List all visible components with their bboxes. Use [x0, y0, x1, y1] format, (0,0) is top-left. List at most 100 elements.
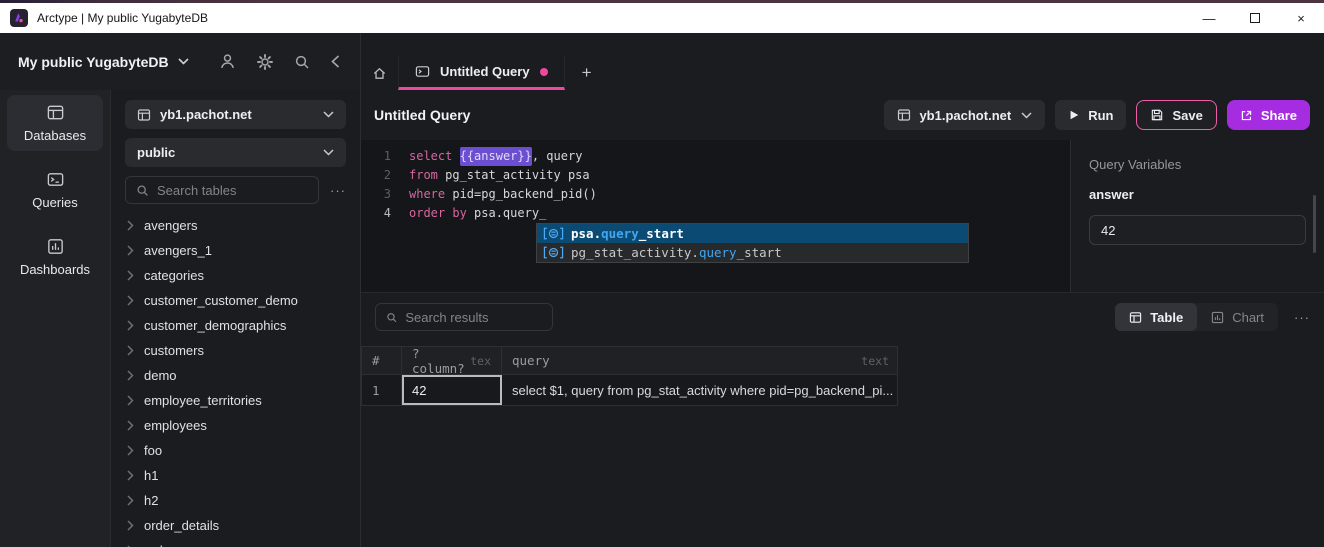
variable-value-field[interactable] — [1089, 215, 1306, 245]
table-item[interactable]: avengers_1 — [125, 238, 346, 263]
share-button[interactable]: Share — [1227, 100, 1310, 130]
chevron-right-icon — [127, 295, 134, 306]
tab-home[interactable] — [361, 56, 398, 90]
workspace-switcher[interactable]: My public YugabyteDB — [18, 54, 189, 70]
chevron-right-icon — [127, 270, 134, 281]
arctype-logo-icon — [10, 9, 28, 27]
table-item[interactable]: employees — [125, 413, 346, 438]
table-item[interactable]: avengers — [125, 213, 346, 238]
table-item[interactable]: employee_territories — [125, 388, 346, 413]
nav-item-queries[interactable]: Queries — [7, 162, 103, 218]
table-name: order_details — [144, 518, 219, 533]
workspace-header: My public YugabyteDB — [0, 33, 360, 90]
run-button[interactable]: Run — [1055, 100, 1126, 130]
field-icon — [543, 227, 564, 240]
editor-row: 1select {{answer}}, query2from pg_stat_a… — [361, 140, 1324, 292]
results-grid: # ?column? tex query text 1 42 — [361, 346, 898, 406]
table-item[interactable]: categories — [125, 263, 346, 288]
code-line[interactable]: 3where pid=pg_backend_pid() — [361, 185, 1070, 204]
code-lines: 1select {{answer}}, query2from pg_stat_a… — [361, 147, 1070, 223]
new-tab-button[interactable]: + — [565, 56, 609, 90]
view-chart-button[interactable]: Chart — [1197, 303, 1278, 331]
chevron-down-icon — [323, 149, 334, 156]
nav-item-databases[interactable]: Databases — [7, 95, 103, 151]
variable-value-input[interactable] — [1101, 223, 1294, 238]
main-region: Untitled Query + Untitled Query yb1.pach… — [360, 33, 1324, 547]
table-item[interactable]: order_details — [125, 513, 346, 538]
save-label: Save — [1172, 108, 1202, 123]
table-name: avengers_1 — [144, 243, 212, 258]
code-line[interactable]: 4order by psa.query_ — [361, 204, 1070, 223]
query-actions: yb1.pachot.net Run Save Share — [884, 100, 1310, 130]
table-item[interactable]: h2 — [125, 488, 346, 513]
tables-search-input[interactable] — [157, 183, 308, 198]
save-icon — [1150, 108, 1164, 122]
query-variables-panel: Query Variables answer — [1070, 140, 1324, 292]
table-list: avengers avengers_1 categories customer_cus… — [125, 213, 346, 547]
tables-search-row: ··· — [125, 176, 346, 204]
scrollbar-thumb[interactable] — [1313, 195, 1316, 253]
chevron-right-icon — [127, 220, 134, 231]
connection-select[interactable]: yb1.pachot.net — [125, 100, 346, 129]
query-connection-value: yb1.pachot.net — [919, 108, 1011, 123]
query-connection-select[interactable]: yb1.pachot.net — [884, 100, 1045, 130]
schema-select[interactable]: public — [125, 138, 346, 167]
code-token: order by — [409, 204, 467, 223]
code-token: pid=pg_backend_pid() — [445, 185, 597, 204]
workspace-name: My public YugabyteDB — [18, 54, 169, 70]
search-icon — [386, 311, 397, 324]
tables-more-button[interactable]: ··· — [330, 184, 346, 197]
field-icon — [543, 246, 564, 259]
table-item[interactable]: orders — [125, 538, 346, 547]
code-line[interactable]: 1select {{answer}}, query — [361, 147, 1070, 166]
search-button[interactable] — [294, 54, 310, 70]
connection-value: yb1.pachot.net — [160, 107, 252, 122]
tab-untitled-query[interactable]: Untitled Query — [398, 56, 565, 90]
window-controls: — × — [1186, 3, 1324, 33]
results-search[interactable] — [375, 303, 553, 331]
result-cell-query[interactable]: select $1, query from pg_stat_activity w… — [502, 375, 899, 405]
save-button[interactable]: Save — [1136, 100, 1216, 130]
view-table-button[interactable]: Table — [1115, 303, 1197, 331]
database-icon — [897, 108, 911, 122]
autocomplete-item[interactable]: psa.query_start — [537, 224, 968, 243]
sql-editor[interactable]: 1select {{answer}}, query2from pg_stat_a… — [361, 140, 1070, 292]
results-toolbar: Table Chart ··· — [361, 293, 1324, 341]
minimize-button[interactable]: — — [1186, 3, 1232, 33]
result-cell-selected[interactable]: 42 — [402, 375, 502, 405]
settings-button[interactable] — [257, 54, 273, 70]
table-item[interactable]: foo — [125, 438, 346, 463]
account-button[interactable] — [219, 53, 236, 70]
column-header-index[interactable]: # — [362, 347, 402, 374]
column-name: query — [512, 353, 550, 368]
nav-item-dashboards[interactable]: Dashboards — [7, 229, 103, 285]
code-token: pg_stat_activity psa — [438, 166, 590, 185]
column-header-query[interactable]: query text — [502, 347, 899, 374]
table-item[interactable]: demo — [125, 363, 346, 388]
table-item[interactable]: customers — [125, 338, 346, 363]
query-variable-token: {{answer}} — [460, 147, 532, 166]
app-body: My public YugabyteDB — [0, 33, 1324, 547]
tables-search[interactable] — [125, 176, 319, 204]
table-icon — [1129, 311, 1142, 324]
close-button[interactable]: × — [1278, 3, 1324, 33]
chevron-right-icon — [127, 420, 134, 431]
results-more-button[interactable]: ··· — [1294, 311, 1310, 324]
table-name: customer_customer_demo — [144, 293, 298, 308]
table-name: h1 — [144, 468, 158, 483]
tab-bar: Untitled Query + — [361, 33, 1324, 90]
chevron-right-icon — [127, 245, 134, 256]
code-line[interactable]: 2from pg_stat_activity psa — [361, 166, 1070, 185]
collapse-sidebar-button[interactable] — [331, 55, 340, 68]
table-item[interactable]: customer_customer_demo — [125, 288, 346, 313]
databases-icon — [46, 103, 65, 122]
table-item[interactable]: h1 — [125, 463, 346, 488]
results-search-input[interactable] — [405, 310, 542, 325]
autocomplete-item[interactable]: pg_stat_activity.query_start — [537, 243, 968, 262]
nav-rail: Databases Queries Dashboards — [0, 90, 110, 547]
column-header-column[interactable]: ?column? tex — [402, 347, 502, 374]
table-name: categories — [144, 268, 204, 283]
row-index-cell[interactable]: 1 — [362, 375, 402, 405]
table-item[interactable]: customer_demographics — [125, 313, 346, 338]
maximize-button[interactable] — [1232, 3, 1278, 33]
